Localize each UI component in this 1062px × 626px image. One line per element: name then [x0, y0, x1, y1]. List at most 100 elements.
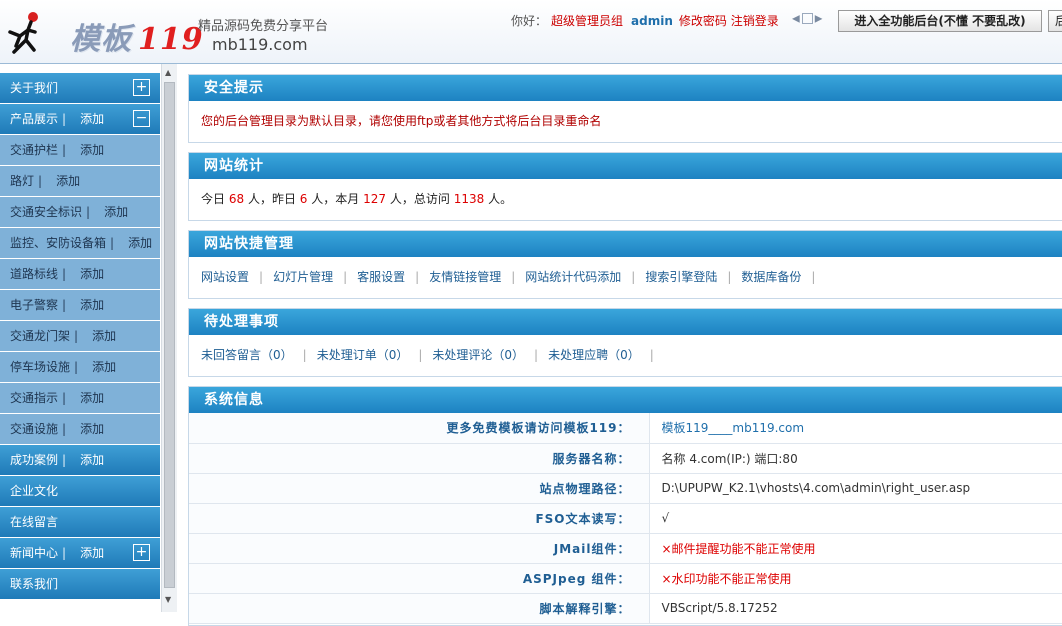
- sidebar-item[interactable]: 交通安全标识 | 添加: [0, 197, 160, 228]
- sidebar-item[interactable]: 成功案例 | 添加: [0, 445, 160, 476]
- separator: |: [74, 329, 79, 343]
- todo-item[interactable]: 未处理订单（0）: [317, 348, 409, 362]
- sysinfo-value: ×邮件提醒功能不能正常使用: [648, 533, 1062, 564]
- sysinfo-value: √: [648, 503, 1062, 534]
- sidebar-item[interactable]: 电子警察 | 添加: [0, 290, 160, 321]
- separator: |: [62, 546, 67, 560]
- sidebar-add-link[interactable]: 添加: [80, 546, 104, 560]
- sidebar-add-link[interactable]: 添加: [80, 391, 104, 405]
- stats-end: 人。: [488, 192, 513, 206]
- table-row: 脚本解释引擎： VBScript/5.8.17252: [189, 593, 1062, 624]
- quick-link[interactable]: 网站设置: [201, 270, 249, 284]
- sidebar-item[interactable]: 交通护栏 | 添加: [0, 135, 160, 166]
- frame-toggle[interactable]: ◀ ▶: [792, 13, 824, 27]
- table-row: 服务器名称： 名称 4.com(IP:) 端口:80: [189, 443, 1062, 474]
- quick-link[interactable]: 客服设置: [357, 270, 405, 284]
- sidebar-add-link[interactable]: 添加: [92, 329, 116, 343]
- arrow-left-icon[interactable]: ◀: [792, 14, 800, 25]
- quick-link[interactable]: 搜索引擎登陆: [645, 270, 717, 284]
- sidebar-add-link[interactable]: 添加: [92, 360, 116, 374]
- expand-icon[interactable]: +: [133, 79, 150, 96]
- sidebar-item-label: 产品展示: [10, 112, 59, 126]
- stats-panel: 网站统计 今日 68 人，昨日 6 人，本月 127 人，总访问 1138 人。: [188, 152, 1062, 221]
- quick-link[interactable]: 网站统计代码添加: [525, 270, 621, 284]
- sidebar-add-link[interactable]: 添加: [80, 143, 104, 157]
- yesterday-count: 6: [299, 192, 308, 206]
- separator: |: [62, 298, 67, 312]
- separator: |: [259, 270, 264, 284]
- sidebar-item-label: 新闻中心: [10, 546, 59, 560]
- sidebar-item-label: 电子警察: [10, 298, 59, 312]
- quick-link[interactable]: 友情链接管理: [429, 270, 501, 284]
- separator: |: [86, 205, 91, 219]
- separator: |: [534, 348, 539, 362]
- sysinfo-key: FSO文本读写：: [189, 503, 649, 534]
- scroll-thumb[interactable]: [164, 82, 175, 588]
- sidebar: 关于我们 + 产品展示 | 添加 − 交通护栏 | 添加 路灯 | 添加 交通安全标识 | 添加 监控、安防设…: [0, 73, 160, 612]
- separator: |: [62, 453, 67, 467]
- sidebar-item[interactable]: 产品展示 | 添加 −: [0, 104, 160, 135]
- sidebar-item[interactable]: 路灯 | 添加: [0, 166, 160, 197]
- role-label: 超级管理员组: [551, 14, 624, 28]
- sidebar-item-label: 交通护栏: [10, 143, 59, 157]
- sidebar-scrollbar[interactable]: ▲ ▼: [161, 64, 177, 612]
- todo-item[interactable]: 未回答留言（0）: [201, 348, 293, 362]
- other-button[interactable]: 后: [1048, 10, 1062, 32]
- sidebar-item[interactable]: 联系我们: [0, 569, 160, 600]
- sidebar-item[interactable]: 在线留言: [0, 507, 160, 538]
- sidebar-item-label: 路灯: [10, 174, 35, 188]
- sidebar-item[interactable]: 关于我们 +: [0, 73, 160, 104]
- sidebar-add-link[interactable]: 添加: [80, 298, 104, 312]
- sysinfo-value[interactable]: 模板119____mb119.com: [648, 413, 1062, 444]
- expand-icon[interactable]: +: [133, 544, 150, 561]
- sidebar-item[interactable]: 交通设施 | 添加: [0, 414, 160, 445]
- sidebar-add-link[interactable]: 添加: [104, 205, 128, 219]
- separator: |: [415, 270, 420, 284]
- quick-link[interactable]: 数据库备份: [741, 270, 801, 284]
- separator: |: [727, 270, 732, 284]
- sidebar-item[interactable]: 道路标线 | 添加: [0, 259, 160, 290]
- change-password-link[interactable]: 修改密码: [679, 14, 727, 28]
- sidebar-add-link[interactable]: 添加: [128, 236, 152, 250]
- sidebar-item[interactable]: 企业文化: [0, 476, 160, 507]
- collapse-icon[interactable]: −: [133, 110, 150, 127]
- sidebar-item-label: 道路标线: [10, 267, 59, 281]
- sidebar-add-link[interactable]: 添加: [80, 422, 104, 436]
- sysinfo-panel: 系统信息 更多免费模板请访问模板119： 模板119____mb119.com 服务…: [188, 386, 1062, 626]
- scroll-up-icon[interactable]: ▲: [165, 68, 171, 77]
- sidebar-item[interactable]: 新闻中心 | 添加 +: [0, 538, 160, 569]
- sysinfo-value: ×水印功能不能正常使用: [648, 563, 1062, 594]
- logo-number: 119: [138, 22, 204, 57]
- sidebar-add-link[interactable]: 添加: [56, 174, 80, 188]
- scroll-down-icon[interactable]: ▼: [165, 595, 171, 604]
- separator: |: [511, 270, 516, 284]
- full-admin-button[interactable]: 进入全功能后台(不懂 不要乱改): [838, 10, 1042, 32]
- table-row: 更多免费模板请访问模板119： 模板119____mb119.com: [189, 413, 1062, 444]
- todo-item[interactable]: 未处理应聘（0）: [548, 348, 640, 362]
- sidebar-item[interactable]: 监控、安防设备箱 | 添加: [0, 228, 160, 259]
- yesterday-label: 人，昨日: [247, 192, 296, 206]
- top-header: 模板 119 精品源码免费分享平台 mb119.com 你好： 超级管理员组 admi…: [0, 0, 1062, 64]
- sidebar-item-label: 交通指示: [10, 391, 59, 405]
- table-row: 站点物理路径： D:\UPUPW_K2.1\vhosts\4.com\admin\…: [189, 473, 1062, 504]
- runner-logo-icon: [8, 12, 38, 54]
- sidebar-add-link[interactable]: 添加: [80, 453, 104, 467]
- arrow-right-icon[interactable]: ▶: [815, 14, 823, 25]
- sysinfo-table: 更多免费模板请访问模板119： 模板119____mb119.com 服务器名称：名…: [189, 413, 1062, 624]
- sidebar-item[interactable]: 交通指示 | 添加: [0, 383, 160, 414]
- sysinfo-value: VBScript/5.8.17252: [648, 593, 1062, 624]
- todo-item[interactable]: 未处理评论（0）: [432, 348, 524, 362]
- separator: |: [110, 236, 115, 250]
- quick-link[interactable]: 幻灯片管理: [273, 270, 333, 284]
- sidebar-item[interactable]: 停车场设施 | 添加: [0, 352, 160, 383]
- sidebar-add-link[interactable]: 添加: [80, 267, 104, 281]
- logout-link[interactable]: 注销登录: [731, 14, 779, 28]
- todo-title: 待处理事项: [189, 309, 1062, 335]
- separator: |: [631, 270, 636, 284]
- separator: |: [302, 348, 307, 362]
- sidebar-item-label: 交通安全标识: [10, 205, 83, 219]
- table-row: ASPJpeg 组件： ×水印功能不能正常使用: [189, 563, 1062, 594]
- sidebar-item[interactable]: 交通龙门架 | 添加: [0, 321, 160, 352]
- sidebar-add-link[interactable]: 添加: [80, 112, 104, 126]
- todo-panel: 待处理事项 未回答留言（0） | 未处理订单（0） | 未处理评论（0） | 未处理应聘（0…: [188, 308, 1062, 377]
